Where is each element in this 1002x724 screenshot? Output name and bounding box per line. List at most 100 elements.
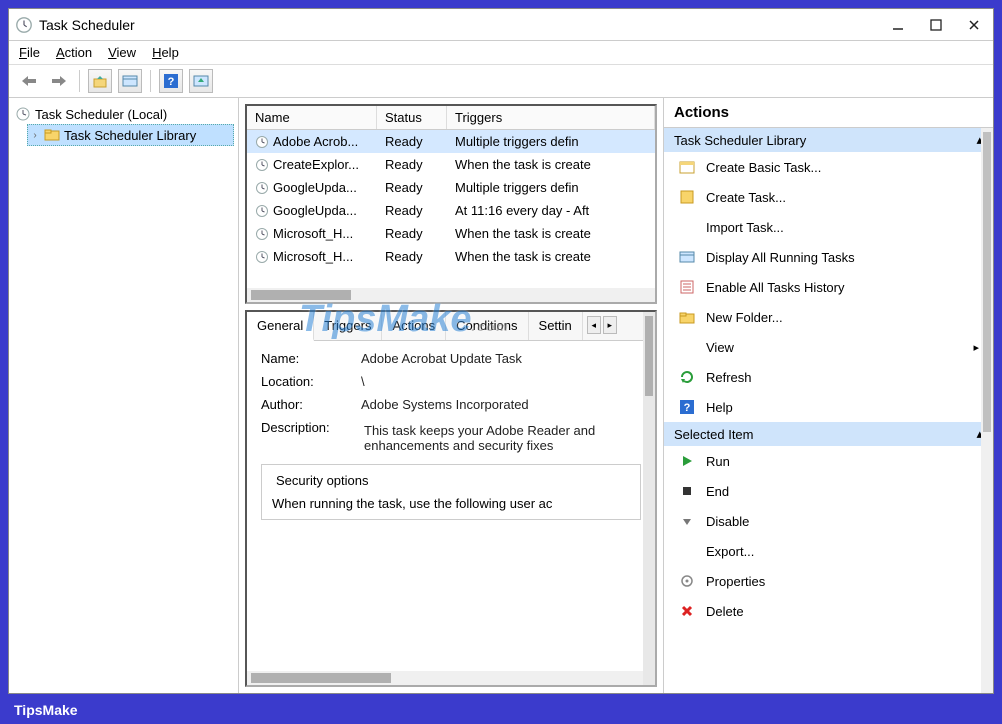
clock-icon — [255, 135, 269, 149]
back-button[interactable] — [17, 69, 41, 93]
action-icon — [678, 368, 696, 386]
window-title: Task Scheduler — [39, 17, 891, 33]
actions-body: Task Scheduler Library ▴ Create Basic Ta… — [664, 128, 993, 693]
up-folder-button[interactable] — [88, 69, 112, 93]
chevron-right-icon: ▸ — [973, 341, 979, 354]
tab-settings[interactable]: Settin — [529, 312, 583, 340]
actions-section-selected[interactable]: Selected Item ▴ — [664, 422, 993, 446]
action-icon — [678, 452, 696, 470]
actions-vertical-scrollbar[interactable] — [981, 128, 993, 693]
expander-icon[interactable]: › — [30, 130, 40, 141]
security-options-group: Security options When running the task, … — [261, 464, 641, 520]
footer-brand: TipsMake — [14, 702, 78, 718]
action-view[interactable]: View▸ — [664, 332, 993, 362]
tree-pane: Task Scheduler (Local) › Task Scheduler … — [9, 98, 239, 693]
task-row[interactable]: CreateExplor...ReadyWhen the task is cre… — [247, 153, 655, 176]
action-enable-all-tasks-history[interactable]: Enable All Tasks History — [664, 272, 993, 302]
list-body: Adobe Acrob...ReadyMultiple triggers def… — [247, 130, 655, 288]
action-help[interactable]: ?Help — [664, 392, 993, 422]
field-value-author: Adobe Systems Incorporated — [361, 397, 641, 412]
clock-icon — [15, 106, 31, 122]
col-status[interactable]: Status — [377, 106, 447, 129]
action-export[interactable]: Export... — [664, 536, 993, 566]
action-end[interactable]: End — [664, 476, 993, 506]
action-icon — [678, 278, 696, 296]
help-button[interactable]: ? — [159, 69, 183, 93]
view-button[interactable] — [118, 69, 142, 93]
field-value-name[interactable]: Adobe Acrobat Update Task — [361, 351, 641, 366]
clock-icon — [255, 227, 269, 241]
menu-action[interactable]: Action — [56, 45, 92, 60]
main-area: Task Scheduler (Local) › Task Scheduler … — [9, 98, 993, 693]
details-vertical-scrollbar[interactable] — [643, 312, 657, 685]
action-icon — [678, 602, 696, 620]
clock-icon — [255, 158, 269, 172]
action-icon — [678, 338, 696, 356]
menu-file[interactable]: File — [19, 45, 40, 60]
action-icon — [678, 248, 696, 266]
tab-scroll-left[interactable]: ◂ — [587, 316, 601, 334]
action-icon — [678, 308, 696, 326]
col-name[interactable]: Name — [247, 106, 377, 129]
general-tab-body: Name: Adobe Acrobat Update Task Location… — [247, 341, 655, 671]
action-run[interactable]: Run — [664, 446, 993, 476]
task-list: Name Status Triggers Adobe Acrob...Ready… — [245, 104, 657, 304]
action-refresh[interactable]: Refresh — [664, 362, 993, 392]
close-button[interactable] — [967, 18, 981, 32]
horizontal-scrollbar[interactable] — [247, 288, 655, 302]
menu-view[interactable]: View — [108, 45, 136, 60]
task-row[interactable]: Microsoft_H...ReadyWhen the task is crea… — [247, 245, 655, 268]
app-icon — [15, 16, 33, 34]
action-import-task[interactable]: Import Task... — [664, 212, 993, 242]
action-icon — [678, 572, 696, 590]
forward-button[interactable] — [47, 69, 71, 93]
action-new-folder[interactable]: New Folder... — [664, 302, 993, 332]
extra-button[interactable] — [189, 69, 213, 93]
action-properties[interactable]: Properties — [664, 566, 993, 596]
task-row[interactable]: GoogleUpda...ReadyMultiple triggers defi… — [247, 176, 655, 199]
action-display-all-running-tasks[interactable]: Display All Running Tasks — [664, 242, 993, 272]
svg-text:?: ? — [684, 402, 691, 414]
action-icon — [678, 188, 696, 206]
clock-icon — [255, 204, 269, 218]
minimize-button[interactable] — [891, 18, 905, 32]
tree-root-label: Task Scheduler (Local) — [35, 107, 167, 122]
task-row[interactable]: Microsoft_H...ReadyWhen the task is crea… — [247, 222, 655, 245]
title-bar: Task Scheduler — [9, 9, 993, 41]
field-label-location: Location: — [261, 374, 361, 389]
security-options-text: When running the task, use the following… — [272, 496, 630, 511]
tree-library[interactable]: › Task Scheduler Library — [27, 124, 234, 146]
field-label-name: Name: — [261, 351, 361, 366]
action-create-basic-task[interactable]: Create Basic Task... — [664, 152, 993, 182]
menu-help[interactable]: Help — [152, 45, 179, 60]
details-pane: General Triggers Actions Conditions Sett… — [245, 310, 657, 687]
toolbar: ? — [9, 65, 993, 98]
field-value-location: \ — [361, 374, 641, 389]
maximize-button[interactable] — [929, 18, 943, 32]
task-row[interactable]: Adobe Acrob...ReadyMultiple triggers def… — [247, 130, 655, 153]
tab-actions[interactable]: Actions — [382, 312, 446, 340]
tab-conditions[interactable]: Conditions — [446, 312, 528, 340]
tree-root[interactable]: Task Scheduler (Local) — [13, 104, 234, 124]
list-header: Name Status Triggers — [247, 106, 655, 130]
tab-general[interactable]: General — [247, 312, 314, 341]
actions-section-library[interactable]: Task Scheduler Library ▴ — [664, 128, 993, 152]
clock-icon — [255, 250, 269, 264]
task-row[interactable]: GoogleUpda...ReadyAt 11:16 every day - A… — [247, 199, 655, 222]
menu-bar: File Action View Help — [9, 41, 993, 65]
detail-tabs: General Triggers Actions Conditions Sett… — [247, 312, 655, 341]
tab-triggers[interactable]: Triggers — [314, 312, 382, 340]
field-label-description: Description: — [261, 420, 361, 456]
actions-title: Actions — [664, 98, 993, 128]
action-icon — [678, 512, 696, 530]
field-value-description[interactable]: This task keeps your Adobe Reader and en… — [361, 420, 641, 456]
details-horizontal-scrollbar[interactable] — [247, 671, 655, 685]
action-create-task[interactable]: Create Task... — [664, 182, 993, 212]
action-delete[interactable]: Delete — [664, 596, 993, 626]
action-icon — [678, 158, 696, 176]
folder-icon — [44, 127, 60, 143]
actions-pane: Actions Task Scheduler Library ▴ Create … — [663, 98, 993, 693]
action-disable[interactable]: Disable — [664, 506, 993, 536]
tab-scroll-right[interactable]: ▸ — [603, 316, 617, 334]
col-triggers[interactable]: Triggers — [447, 106, 655, 129]
